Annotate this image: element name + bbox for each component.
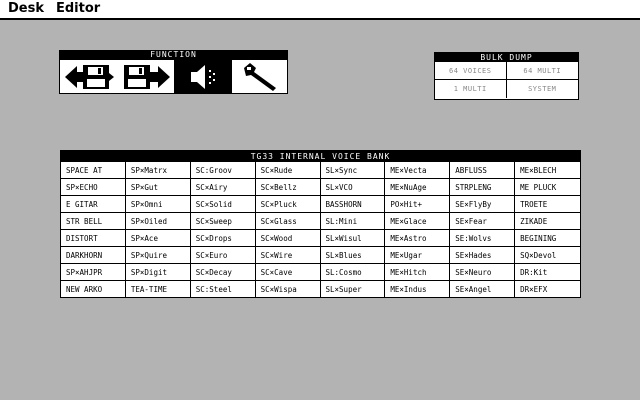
voice-cell[interactable]: E GITAR [61,196,126,213]
voice-cell[interactable]: SL:Cosmo [320,264,386,281]
voice-cell[interactable]: ME×Hitch [385,264,451,281]
menu-bar: Desk Editor [0,0,640,20]
voice-cell[interactable]: SP×ECHO [61,179,126,196]
voice-cell[interactable]: SL:Mini [320,213,386,230]
function-panel-title: FUNCTION [59,50,288,59]
voice-cell[interactable]: SC×Euro [190,247,256,264]
voice-cell[interactable]: SC×Bellz [255,179,321,196]
voice-cell[interactable]: ME×Ugar [385,247,451,264]
voice-cell[interactable]: SP×Digit [125,264,191,281]
voice-cell[interactable]: DR×EFX [515,281,580,298]
bulk-dump-64-multi[interactable]: 64 MULTI [506,62,578,80]
voice-cell[interactable]: DISTORT [61,230,126,247]
voice-cell[interactable]: ME×Astro [385,230,451,247]
bulk-dump-1-multi[interactable]: 1 MULTI [435,80,507,98]
voice-cell[interactable]: SP×AHJPR [61,264,126,281]
save-to-disk-button[interactable] [118,60,174,93]
voice-bank-panel: TG33 INTERNAL VOICE BANK SPACE AT SP×Matr… [60,150,581,298]
bulk-dump-64-voices[interactable]: 64 VOICES [435,62,507,80]
voice-cell[interactable]: SC:Steel [190,281,256,298]
voice-cell[interactable]: SE×Neuro [450,264,516,281]
menu-editor[interactable]: Editor [56,1,100,16]
voice-cell[interactable]: SP×Omni [125,196,191,213]
voice-cell[interactable]: SE×Fear [450,213,516,230]
voice-cell[interactable]: SC×Rude [255,162,321,179]
voice-cell[interactable]: ME PLUCK [515,179,580,196]
voice-cell[interactable]: SL×Super [320,281,386,298]
voice-cell[interactable]: SQ×Devol [515,247,580,264]
voice-cell[interactable]: STRPLENG [450,179,516,196]
voice-cell[interactable]: ME×Indus [385,281,451,298]
voice-cell[interactable]: SE:Wolvs [450,230,516,247]
voice-cell[interactable]: TROETE [515,196,580,213]
floppy-disk-save-icon [124,64,170,89]
voice-cell[interactable]: SPACE AT [61,162,126,179]
voice-cell[interactable]: ME×Vecta [385,162,451,179]
voice-cell[interactable]: SE×Angel [450,281,516,298]
voice-cell[interactable]: SL×Wisul [320,230,386,247]
floppy-disk-load-icon [65,64,114,89]
voice-cell[interactable]: SL×VCO [320,179,386,196]
voice-cell[interactable]: SL×Blues [320,247,386,264]
voice-cell[interactable]: DARKHORN [61,247,126,264]
voice-cell[interactable]: SC×Glass [255,213,321,230]
voice-cell[interactable]: SC×Airy [190,179,256,196]
load-from-disk-button[interactable] [60,60,118,93]
voice-cell[interactable]: ME×Glace [385,213,451,230]
voice-cell[interactable]: SC:Groov [190,162,256,179]
voice-cell[interactable]: TEA-TIME [125,281,191,298]
voice-cell[interactable]: SP×Matrx [125,162,191,179]
voice-cell[interactable]: ME×BLECH [515,162,580,179]
voice-cell[interactable]: SC×Cave [255,264,321,281]
edit-button[interactable] [232,60,287,93]
speaker-icon [191,64,215,89]
voice-cell[interactable]: NEW ARKO [61,281,126,298]
voice-cell[interactable]: SC×Solid [190,196,256,213]
voice-bank-title: TG33 INTERNAL VOICE BANK [61,151,580,162]
voice-cell[interactable]: SC×Decay [190,264,256,281]
voice-cell[interactable]: SC×Wispa [255,281,321,298]
voice-cell[interactable]: SL×Sync [320,162,386,179]
voice-cell[interactable]: SE×FlyBy [450,196,516,213]
bulk-dump-panel: BULK DUMP 64 VOICES 64 MULTI 1 MULTI SYS… [434,52,579,100]
voice-cell[interactable]: ZIKADE [515,213,580,230]
bulk-dump-system[interactable]: SYSTEM [507,80,579,98]
function-button-row [59,59,288,94]
voice-cell[interactable]: SE×Hades [450,247,516,264]
wrench-icon [243,62,276,91]
voice-cell[interactable]: SC×Wire [255,247,321,264]
voice-cell[interactable]: SP×Gut [125,179,191,196]
voice-cell[interactable]: SP×Quire [125,247,191,264]
voice-cell[interactable]: ABFLUSS [450,162,516,179]
audition-button[interactable] [174,60,232,93]
voice-cell[interactable]: STR BELL [61,213,126,230]
menu-desk[interactable]: Desk [8,1,44,16]
function-panel: FUNCTION [59,50,288,94]
voice-cell[interactable]: SP×Oiled [125,213,191,230]
voice-cell[interactable]: SC×Drops [190,230,256,247]
bulk-dump-title: BULK DUMP [435,53,578,62]
voice-grid: SPACE AT SP×Matrx SC:Groov SC×Rude SL×Sync ME… [61,162,580,298]
voice-cell[interactable]: SC×Wood [255,230,321,247]
voice-cell[interactable]: PO×Hit+ [385,196,451,213]
voice-cell[interactable]: SC×Sweep [190,213,256,230]
voice-cell[interactable]: SC×Pluck [255,196,321,213]
voice-cell[interactable]: BEGINING [515,230,580,247]
voice-cell[interactable]: ME×NuAge [385,179,451,196]
voice-cell[interactable]: SP×Ace [125,230,191,247]
voice-cell[interactable]: DR:Kit [515,264,580,281]
voice-cell[interactable]: BASSHORN [320,196,386,213]
